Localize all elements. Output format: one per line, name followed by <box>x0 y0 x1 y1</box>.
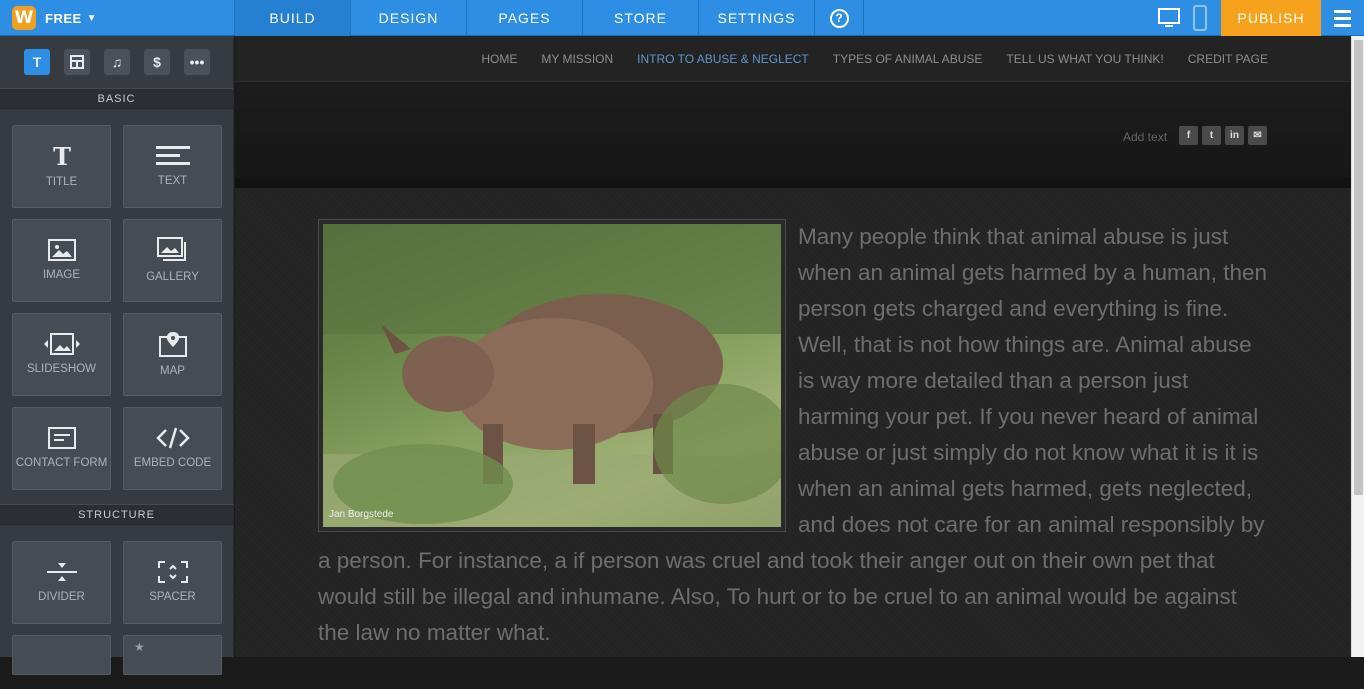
page-scrollbar[interactable] <box>1351 36 1364 657</box>
plan-label: FREE <box>45 10 82 26</box>
hamburger-menu-icon[interactable] <box>1321 0 1364 36</box>
element-divider[interactable]: DIVIDER <box>12 541 111 624</box>
more-tool-icon[interactable]: ••• <box>184 49 210 75</box>
title-icon: T <box>53 144 71 168</box>
email-icon[interactable]: ✉ <box>1248 126 1267 145</box>
text-tool-icon[interactable]: T <box>24 49 50 75</box>
menu-home[interactable]: HOME <box>481 52 517 66</box>
weebly-logo: W <box>12 6 36 30</box>
menu-credit-page[interactable]: CREDIT PAGE <box>1188 52 1268 66</box>
editor-tabs: BUILD DESIGN PAGES STORE SETTINGS ? <box>234 0 864 36</box>
elements-sidebar: T ♫ $ ••• BASIC T TITLE TEXT IMAGE GALLE… <box>0 36 234 675</box>
element-map[interactable]: MAP <box>123 313 222 396</box>
star-icon: ★ <box>134 640 145 654</box>
tab-pages[interactable]: PAGES <box>466 0 582 36</box>
help-icon: ? <box>829 8 849 28</box>
photo-caption: Jan Borgstede <box>329 509 394 520</box>
element-title[interactable]: T TITLE <box>12 125 111 208</box>
svg-text:T: T <box>53 144 71 168</box>
site-menu: HOME MY MISSION INTRO TO ABUSE & NEGLECT… <box>235 36 1351 82</box>
help-button[interactable]: ? <box>814 0 864 36</box>
content-area: Many people think that animal abuse is j… <box>235 188 1351 657</box>
add-text-placeholder[interactable]: Add text <box>1123 130 1167 144</box>
layout-tool-icon[interactable] <box>64 49 90 75</box>
menu-types-abuse[interactable]: TYPES OF ANIMAL ABUSE <box>833 52 983 66</box>
tab-design[interactable]: DESIGN <box>350 0 466 36</box>
divider-icon <box>46 563 77 581</box>
element-partial-2[interactable]: ★ <box>123 635 222 675</box>
linkedin-icon[interactable]: in <box>1225 126 1244 145</box>
desktop-view-icon[interactable] <box>1157 6 1181 30</box>
element-partial-1[interactable] <box>12 635 111 675</box>
rhino-illustration <box>323 224 781 527</box>
element-contact-form[interactable]: CONTACT FORM <box>12 407 111 490</box>
publish-button[interactable]: PUBLISH <box>1221 0 1321 36</box>
element-spacer[interactable]: SPACER <box>123 541 222 624</box>
element-slideshow[interactable]: SLIDESHOW <box>12 313 111 396</box>
site-canvas: HOME MY MISSION INTRO TO ABUSE & NEGLECT… <box>235 36 1351 657</box>
social-icons: f t in ✉ <box>1179 126 1267 145</box>
structure-elements: DIVIDER SPACER ★ <box>0 525 233 689</box>
menu-tell-us[interactable]: TELL US WHAT YOU THINK! <box>1006 52 1163 66</box>
element-text[interactable]: TEXT <box>123 125 222 208</box>
music-tool-icon[interactable]: ♫ <box>104 49 130 75</box>
structure-section-heading: STRUCTURE <box>0 504 233 525</box>
tab-build[interactable]: BUILD <box>234 0 350 36</box>
basic-section-heading: BASIC <box>0 88 233 109</box>
map-icon <box>158 332 187 357</box>
top-bar: W FREE ▼ BUILD DESIGN PAGES STORE SETTIN… <box>0 0 1364 36</box>
text-icon <box>155 146 190 165</box>
mobile-view-icon[interactable] <box>1192 5 1208 31</box>
menu-intro-abuse[interactable]: INTRO TO ABUSE & NEGLECT <box>637 52 809 66</box>
menu-my-mission[interactable]: MY MISSION <box>541 52 613 66</box>
dollar-tool-icon[interactable]: $ <box>144 49 170 75</box>
facebook-icon[interactable]: f <box>1179 126 1198 145</box>
scrollbar-thumb[interactable] <box>1354 40 1363 495</box>
twitter-icon[interactable]: t <box>1202 126 1221 145</box>
element-category-bar: T ♫ $ ••• <box>0 36 233 88</box>
element-image[interactable]: IMAGE <box>12 219 111 302</box>
code-icon <box>155 427 190 449</box>
tab-settings[interactable]: SETTINGS <box>698 0 814 36</box>
site-header: Add text f t in ✉ <box>235 82 1351 188</box>
form-icon <box>47 427 76 449</box>
chevron-down-icon: ▼ <box>86 12 97 24</box>
slideshow-icon <box>43 333 80 355</box>
image-icon <box>47 239 76 261</box>
gallery-icon <box>156 237 186 261</box>
brand-menu[interactable]: W FREE ▼ <box>0 0 234 36</box>
rhino-photo: Jan Borgstede <box>323 224 781 527</box>
element-gallery[interactable]: GALLERY <box>123 219 222 302</box>
rhino-image-frame[interactable]: Jan Borgstede <box>318 219 786 532</box>
element-embed-code[interactable]: EMBED CODE <box>123 407 222 490</box>
tab-store[interactable]: STORE <box>582 0 698 36</box>
basic-elements: T TITLE TEXT IMAGE GALLERY SLIDESHOW MAP… <box>0 109 233 504</box>
spacer-icon <box>157 561 188 583</box>
